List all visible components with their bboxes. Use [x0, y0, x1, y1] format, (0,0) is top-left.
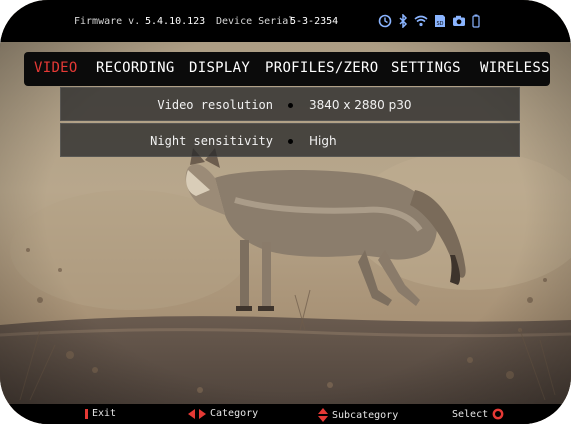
battery-icon	[472, 14, 480, 28]
up-down-arrows-icon	[318, 408, 328, 422]
tab-wireless[interactable]: WIRELESS	[480, 60, 550, 76]
sd-card-icon: SD	[434, 14, 446, 28]
status-bar: Firmware v. 5.4.10.123 Device Serial 5-3…	[0, 0, 571, 42]
separator-dot	[288, 139, 293, 144]
menu-bar: VIDEO RECORDING DISPLAY PROFILES/ZERO SE…	[24, 52, 550, 86]
tab-display[interactable]: DISPLAY	[189, 60, 250, 76]
tab-profiles-zero[interactable]: PROFILES/ZERO	[265, 60, 378, 76]
left-right-arrows-icon	[188, 408, 206, 419]
subcategory-label: Subcategory	[332, 409, 399, 421]
subcategory-hint[interactable]: Subcategory	[318, 408, 398, 422]
setting-label: Video resolution	[157, 98, 273, 112]
tab-video[interactable]: VIDEO	[34, 60, 78, 76]
bluetooth-icon	[398, 14, 408, 28]
status-icons: SD	[378, 13, 480, 29]
exit-label: Exit	[92, 408, 117, 419]
tab-recording[interactable]: RECORDING	[96, 60, 175, 76]
setting-value: High	[309, 134, 337, 148]
serial-label: Device Serial	[216, 16, 295, 27]
device-frame: Firmware v. 5.4.10.123 Device Serial 5-3…	[0, 0, 571, 424]
separator-dot	[288, 103, 293, 108]
svg-text:SD: SD	[436, 21, 443, 27]
firmware-label: Firmware v.	[74, 16, 141, 27]
tab-settings[interactable]: SETTINGS	[391, 60, 461, 76]
setting-value: 3840 x 2880 p30	[309, 98, 412, 112]
setting-row-video-resolution[interactable]: Video resolution 3840 x 2880 p30	[60, 87, 520, 121]
exit-hint[interactable]: Exit	[85, 408, 116, 419]
exit-button-icon	[85, 408, 88, 419]
category-label: Category	[210, 408, 259, 419]
category-hint[interactable]: Category	[188, 408, 258, 419]
select-label: Select	[452, 408, 489, 420]
select-button-icon	[492, 408, 504, 420]
camera-icon	[452, 15, 466, 27]
setting-row-night-sensitivity[interactable]: Night sensitivity High	[60, 123, 520, 157]
control-hints-footer: Exit Category Subcategory Select	[0, 404, 571, 424]
setting-label: Night sensitivity	[150, 134, 273, 148]
timer-icon	[378, 14, 392, 28]
firmware-value: 5.4.10.123	[145, 16, 206, 27]
select-hint[interactable]: Select	[452, 408, 504, 420]
scope-viewport: Firmware v. 5.4.10.123 Device Serial 5-3…	[0, 0, 571, 424]
serial-value: 5-3-2354	[290, 16, 339, 27]
wifi-icon	[414, 15, 428, 27]
